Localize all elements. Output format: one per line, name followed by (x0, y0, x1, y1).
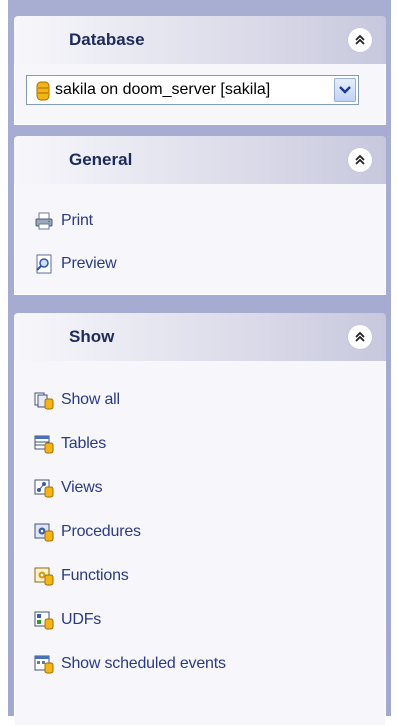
print-link[interactable]: Print (34, 209, 93, 233)
functions-link[interactable]: Functions (34, 564, 129, 588)
general-panel-title: General (69, 150, 133, 169)
udfs-link[interactable]: UDFs (34, 608, 101, 632)
tables-icon (34, 435, 54, 454)
chevron-down-icon (339, 86, 351, 94)
general-panel-header[interactable]: General (14, 136, 386, 184)
preview-label: Preview (61, 255, 117, 272)
show-all-label: Show all (61, 391, 120, 408)
show-scheduled-events-link[interactable]: Show scheduled events (34, 652, 226, 676)
database-panel: Database (14, 16, 386, 125)
preview-link[interactable]: Preview (34, 252, 117, 276)
show-all-link[interactable]: Show all (34, 388, 120, 412)
printer-icon (35, 212, 53, 230)
procedures-icon (34, 523, 54, 542)
double-chevron-up-icon (355, 34, 365, 45)
views-label: Views (61, 479, 103, 496)
collapse-general-button[interactable] (348, 148, 372, 172)
collapse-show-button[interactable] (348, 325, 372, 349)
show-panel: Show Show all Tables Views Procedures Fu… (14, 313, 386, 726)
scheduled-events-icon (34, 655, 54, 674)
functions-label: Functions (61, 567, 129, 584)
tables-link[interactable]: Tables (34, 432, 106, 456)
database-dropdown-button[interactable] (334, 78, 356, 102)
database-select[interactable]: sakila on doom_server [sakila] (26, 75, 359, 105)
database-icon (36, 81, 50, 101)
double-chevron-up-icon (355, 154, 365, 165)
views-link[interactable]: Views (34, 476, 103, 500)
show-panel-title: Show (69, 327, 115, 346)
database-panel-header[interactable]: Database (14, 16, 386, 64)
database-panel-title: Database (69, 30, 145, 49)
procedures-link[interactable]: Procedures (34, 520, 141, 544)
udfs-label: UDFs (61, 611, 102, 628)
show-panel-header[interactable]: Show (14, 313, 386, 361)
show-panel-body: Show all Tables Views Procedures Functio… (14, 361, 386, 726)
general-panel: General Print Preview (14, 136, 386, 295)
explorer-sidebar: Database sakila on doom_server [sakila] (0, 0, 397, 727)
database-select-value: sakila on doom_server [sakila] (55, 81, 271, 98)
collapse-database-button[interactable] (348, 28, 372, 52)
preview-icon (36, 254, 52, 274)
print-label: Print (61, 212, 93, 229)
views-icon (34, 479, 54, 498)
general-panel-body: Print Preview (14, 184, 386, 295)
show-scheduled-events-label: Show scheduled events (61, 655, 226, 672)
procedures-label: Procedures (61, 523, 141, 540)
udfs-icon (34, 611, 54, 630)
tables-label: Tables (61, 435, 107, 452)
show-all-icon (34, 392, 54, 410)
functions-icon (34, 567, 54, 586)
double-chevron-up-icon (355, 331, 365, 342)
